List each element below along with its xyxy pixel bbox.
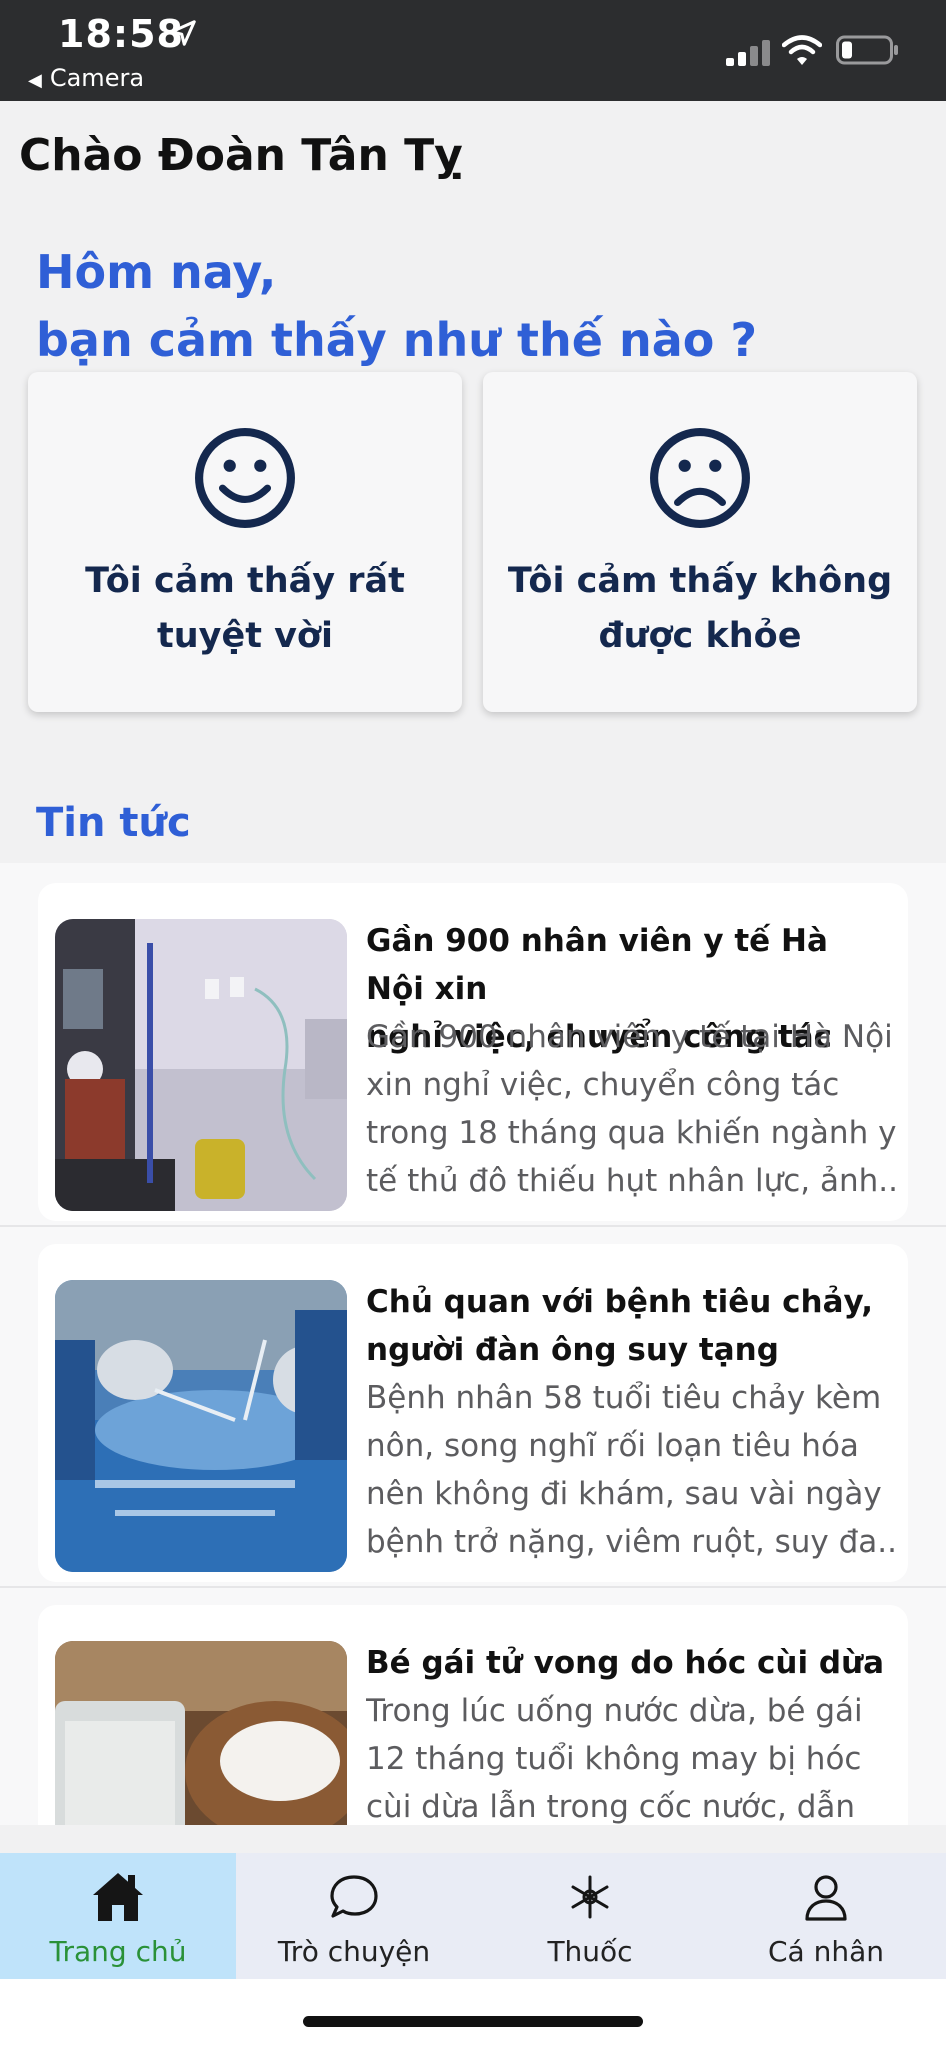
- news-summary: Gần 900 nhân viên y tế tại Hà Nội xin ng…: [366, 1013, 896, 1205]
- news-summary-line: 12 tháng tuổi không may bị hóc: [366, 1741, 862, 1777]
- news-summary-line: Trong lúc uống nước dừa, bé gái: [366, 1693, 863, 1729]
- tab-chat-label: Trò chuyện: [277, 1935, 431, 1968]
- news-summary-line: trong 18 tháng qua khiến ngành y: [366, 1115, 896, 1151]
- ambulance-interior-photo: [55, 919, 347, 1211]
- tab-home[interactable]: Trang chủ: [0, 1853, 236, 1979]
- smile-face-icon: [195, 428, 295, 528]
- news-headline-line: người đàn ông suy tạng: [366, 1332, 779, 1368]
- news-summary: Bệnh nhân 58 tuổi tiêu chảy kèm nôn, son…: [366, 1374, 896, 1566]
- mood-good-line2: tuyệt vời: [157, 616, 333, 656]
- news-summary-line: Bệnh nhân 58 tuổi tiêu chảy kèm: [366, 1380, 882, 1416]
- news-divider: [0, 1225, 946, 1227]
- home-indicator-area: [0, 1979, 946, 2048]
- home-indicator[interactable]: [303, 2016, 643, 2027]
- tab-home-label: Trang chủ: [49, 1935, 187, 1968]
- mood-good-card[interactable]: Tôi cảm thấy rất tuyệt vời: [28, 372, 462, 712]
- back-to-camera-link[interactable]: ◀ Camera: [28, 64, 144, 92]
- news-summary-line: cùi dừa lẫn trong cốc nước, dẫn: [366, 1789, 856, 1825]
- news-section-title: Tin tức: [36, 800, 191, 846]
- tab-profile[interactable]: Cá nhân: [708, 1853, 944, 1979]
- news-summary-line: Gần 900 nhân viên y tế tại Hà Nội: [366, 1019, 893, 1055]
- mood-good-label: Tôi cảm thấy rất tuyệt vời: [48, 554, 442, 664]
- back-triangle-icon: ◀: [28, 70, 42, 91]
- news-headline-line: Gần 900 nhân viên y tế Hà Nội xin: [366, 923, 828, 1007]
- news-summary: Trong lúc uống nước dừa, bé gái 12 tháng…: [366, 1687, 896, 1825]
- tab-chat[interactable]: Trò chuyện: [236, 1853, 472, 1979]
- news-item[interactable]: Bé gái tử vong do hóc cùi dừa Trong lúc …: [38, 1605, 908, 1825]
- mood-question: Hôm nay, bạn cảm thấy như thế nào ?: [36, 238, 757, 374]
- news-headline-line: Bé gái tử vong do hóc cùi dừa: [366, 1645, 885, 1681]
- mood-question-line1: Hôm nay,: [36, 245, 277, 299]
- surgery-photo: [55, 1280, 347, 1572]
- status-bar: 18:58 ◀ Camera: [0, 0, 946, 101]
- news-summary-line: tế thủ đô thiếu hụt nhân lực, ảnh...: [366, 1163, 896, 1199]
- tab-medicine[interactable]: Thuốc: [472, 1853, 708, 1979]
- news-summary-line: nôn, song nghĩ rối loạn tiêu hóa: [366, 1428, 859, 1464]
- location-arrow-icon: [170, 20, 196, 46]
- mood-bad-line1: Tôi cảm thấy không: [507, 561, 893, 601]
- back-app-label: Camera: [49, 64, 145, 92]
- news-item[interactable]: Gần 900 nhân viên y tế Hà Nội xin nghỉ v…: [38, 883, 908, 1221]
- medicine-icon: [571, 1875, 609, 1919]
- mood-bad-card[interactable]: Tôi cảm thấy không được khỏe: [483, 372, 917, 712]
- mood-question-line2: bạn cảm thấy như thế nào ?: [36, 313, 758, 367]
- news-headline: Chủ quan với bệnh tiêu chảy, người đàn ô…: [366, 1278, 896, 1374]
- news-headline-line: Chủ quan với bệnh tiêu chảy,: [366, 1284, 874, 1320]
- tab-medicine-label: Thuốc: [547, 1935, 633, 1968]
- news-list[interactable]: Gần 900 nhân viên y tế Hà Nội xin nghỉ v…: [0, 863, 946, 1825]
- news-item[interactable]: Chủ quan với bệnh tiêu chảy, người đàn ô…: [38, 1244, 908, 1582]
- sad-face-icon: [650, 428, 750, 528]
- bottom-tab-bar: Trang chủ Trò chuyện Thuốc Cá nhân: [0, 1853, 946, 1979]
- mood-bad-label: Tôi cảm thấy không được khỏe: [503, 554, 897, 664]
- person-icon: [805, 1875, 847, 1921]
- home-icon: [93, 1873, 143, 1921]
- news-headline: Bé gái tử vong do hóc cùi dừa: [366, 1639, 896, 1687]
- tab-profile-label: Cá nhân: [767, 1935, 884, 1968]
- mood-bad-line2: được khỏe: [598, 616, 802, 656]
- news-summary-line: xin nghỉ việc, chuyển công tác: [366, 1067, 840, 1103]
- greeting-title: Chào Đoàn Tân Tỵ: [19, 130, 463, 181]
- news-divider: [0, 1586, 946, 1588]
- news-summary-line: bệnh trở nặng, viêm ruột, suy đa...: [366, 1524, 896, 1560]
- mood-good-line1: Tôi cảm thấy rất: [85, 561, 405, 601]
- battery-icon: [836, 35, 898, 65]
- news-summary-line: nên không đi khám, sau vài ngày: [366, 1476, 882, 1512]
- coconut-water-photo: [55, 1641, 347, 1825]
- cellular-signal-icon: [726, 40, 770, 66]
- chat-icon: [330, 1875, 378, 1918]
- status-time: 18:58: [58, 12, 184, 56]
- wifi-icon: [782, 35, 822, 65]
